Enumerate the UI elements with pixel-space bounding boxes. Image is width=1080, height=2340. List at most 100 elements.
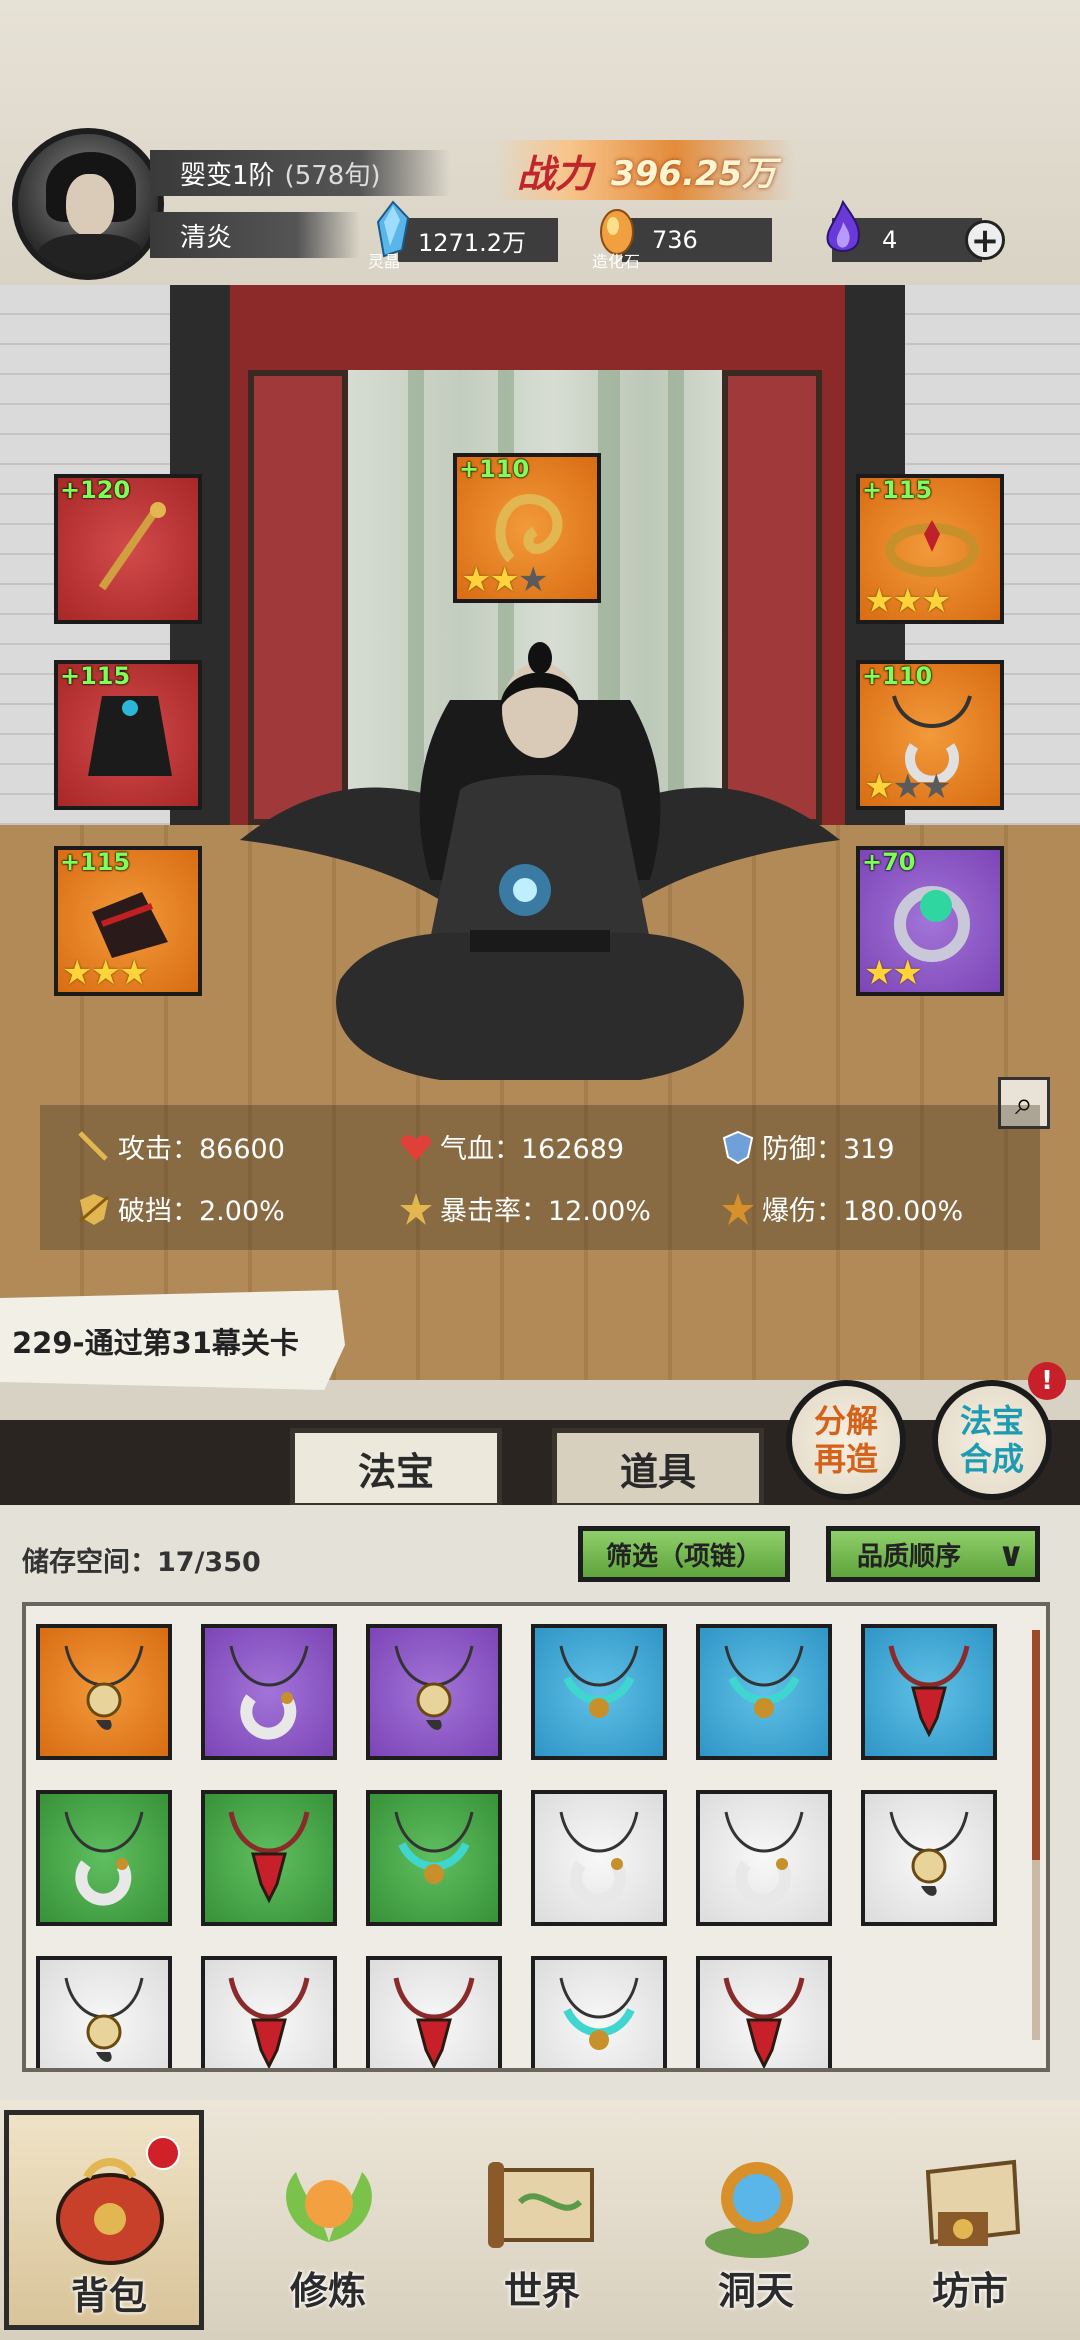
filter-button[interactable]: 筛选（项链） bbox=[578, 1526, 790, 1582]
staff-icon bbox=[98, 502, 166, 591]
inventory-item[interactable] bbox=[36, 1624, 172, 1760]
equip-stars: ★★★ bbox=[461, 560, 548, 600]
scroll-map-icon bbox=[488, 2162, 594, 2248]
equip-level: +115 bbox=[862, 476, 933, 504]
decompose-label-1: 分解 bbox=[813, 1402, 878, 1440]
storage-capacity: 储存空间：17/350 bbox=[22, 1547, 261, 1578]
equip-level: +110 bbox=[862, 662, 933, 690]
synthesize-button[interactable]: 法宝 合成 bbox=[932, 1380, 1052, 1500]
necklace-icon bbox=[393, 1977, 475, 2068]
realm-text: 婴变1阶 bbox=[180, 160, 275, 191]
resource-creation-stone[interactable]: 造化石 736 bbox=[592, 209, 772, 271]
equip-slot-boots[interactable]: +115 ★★★ bbox=[54, 846, 202, 996]
meditating-character[interactable] bbox=[220, 640, 860, 1120]
necklace-icon bbox=[64, 1811, 144, 1906]
stats-panel: 攻击：86600 气血：162689 防御：319 破挡：2.00% 暴击率：1… bbox=[40, 1105, 1040, 1250]
inventory-item[interactable] bbox=[531, 1624, 667, 1760]
resource-value: 736 bbox=[652, 226, 698, 254]
equip-slot-necklace[interactable]: +110 ★★★ bbox=[856, 660, 1004, 810]
necklace-icon bbox=[889, 1811, 969, 1896]
inventory-item[interactable] bbox=[696, 1624, 832, 1760]
inventory-item[interactable] bbox=[531, 1790, 667, 1926]
necklace-icon bbox=[724, 1811, 804, 1906]
stat-hp: 气血：162689 bbox=[398, 1127, 624, 1166]
quest-text: 229-通过第31幕关卡 bbox=[12, 1326, 299, 1360]
equip-level: +110 bbox=[459, 455, 530, 483]
purple-flame-icon bbox=[826, 200, 860, 252]
market-icon bbox=[925, 2159, 1021, 2246]
realm-label: 婴变1阶 (578旬) bbox=[150, 150, 450, 196]
sort-dropdown[interactable]: 品质顺序 ∨ bbox=[826, 1526, 1040, 1582]
inventory-item[interactable] bbox=[861, 1624, 997, 1760]
equip-stars: ★★★ bbox=[62, 953, 149, 993]
equip-level: +120 bbox=[60, 476, 131, 504]
inventory-item[interactable] bbox=[36, 1790, 172, 1926]
necklace-icon bbox=[64, 1977, 144, 2062]
nav-grotto[interactable]: 洞天 bbox=[656, 2110, 856, 2330]
inventory-item[interactable] bbox=[201, 1790, 337, 1926]
quest-banner[interactable]: 229-通过第31幕关卡 bbox=[0, 1290, 345, 1390]
necklace-icon bbox=[559, 1811, 639, 1906]
equip-slot-talisman[interactable]: +110 ★★★ bbox=[453, 453, 601, 603]
stat-attack: 攻击：86600 bbox=[76, 1127, 285, 1166]
inventory-item[interactable] bbox=[201, 1956, 337, 2068]
nav-market[interactable]: 坊市 bbox=[870, 2110, 1070, 2330]
stat-attack-text: 攻击：86600 bbox=[118, 1134, 285, 1165]
nav-cultivate[interactable]: 修炼 bbox=[228, 2110, 428, 2330]
nav-world[interactable]: 世界 bbox=[442, 2110, 642, 2330]
synthesize-label-1: 法宝 bbox=[959, 1402, 1024, 1440]
inventory-item[interactable] bbox=[201, 1624, 337, 1760]
stat-crit-damage: 爆伤：180.00% bbox=[720, 1189, 963, 1228]
equip-slot-crown[interactable]: +115 ★★★ bbox=[856, 474, 1004, 624]
inventory-item[interactable] bbox=[366, 1624, 502, 1760]
equip-slot-ring[interactable]: +70 ★★ bbox=[856, 846, 1004, 996]
resource-value: 4 bbox=[882, 226, 898, 254]
equip-slot-weapon[interactable]: +120 bbox=[54, 474, 202, 624]
sort-label: 品质顺序 bbox=[857, 1541, 962, 1572]
sword-icon bbox=[78, 1130, 108, 1161]
necklace-icon bbox=[724, 1645, 804, 1718]
crit-burst-icon bbox=[400, 1192, 432, 1225]
necklace-icon bbox=[723, 1977, 805, 2068]
nav-label: 坊市 bbox=[931, 2269, 1008, 2313]
resource-spirit-crystal[interactable]: 灵晶 1271.2万 bbox=[368, 200, 558, 271]
lotus-icon bbox=[286, 2172, 372, 2242]
inventory-item[interactable] bbox=[696, 1956, 832, 2068]
equip-slot-armor[interactable]: +115 bbox=[54, 660, 202, 810]
decompose-label-2: 再造 bbox=[813, 1440, 878, 1478]
tab-bar bbox=[0, 1420, 1080, 1505]
necklace-icon bbox=[394, 1811, 474, 1884]
necklace-icon bbox=[394, 1645, 474, 1730]
inventory-item[interactable] bbox=[696, 1790, 832, 1926]
nav-label: 背包 bbox=[70, 2274, 147, 2318]
stat-hp-text: 气血：162689 bbox=[440, 1134, 625, 1165]
player-name: 清炎 bbox=[150, 212, 360, 258]
inventory-item[interactable] bbox=[531, 1956, 667, 2068]
stat-defense-text: 防御：319 bbox=[762, 1134, 895, 1165]
tab-treasure[interactable]: 法宝 bbox=[290, 1428, 502, 1508]
combat-power-value: 396.25万 bbox=[611, 153, 777, 194]
necklace-icon bbox=[559, 1645, 639, 1718]
player-avatar[interactable] bbox=[12, 128, 164, 280]
inventory-item[interactable] bbox=[36, 1956, 172, 2068]
robe-icon bbox=[88, 696, 172, 776]
notification-dot bbox=[146, 2136, 180, 2170]
add-resource-button[interactable]: + bbox=[965, 220, 1005, 260]
synthesize-label-2: 合成 bbox=[959, 1440, 1024, 1478]
inventory-item[interactable] bbox=[366, 1956, 502, 2068]
inventory-item[interactable] bbox=[366, 1790, 502, 1926]
inventory-grid[interactable] bbox=[22, 1602, 1050, 2072]
tab-items[interactable]: 道具 bbox=[552, 1428, 764, 1508]
decompose-button[interactable]: 分解 再造 bbox=[786, 1380, 906, 1500]
nav-label: 世界 bbox=[503, 2269, 580, 2313]
inventory-item[interactable] bbox=[861, 1790, 997, 1926]
necklace-icon bbox=[228, 1977, 310, 2068]
equip-level: +70 bbox=[862, 848, 916, 876]
resource-purple-flame[interactable]: 4 bbox=[826, 200, 982, 262]
necklace-icon bbox=[559, 1977, 639, 2050]
stat-break: 破挡：2.00% bbox=[76, 1189, 285, 1228]
equip-level: +115 bbox=[60, 662, 131, 690]
equip-level: +115 bbox=[60, 848, 131, 876]
heart-icon bbox=[401, 1134, 431, 1161]
inventory-scrollbar[interactable] bbox=[1032, 1630, 1040, 2040]
